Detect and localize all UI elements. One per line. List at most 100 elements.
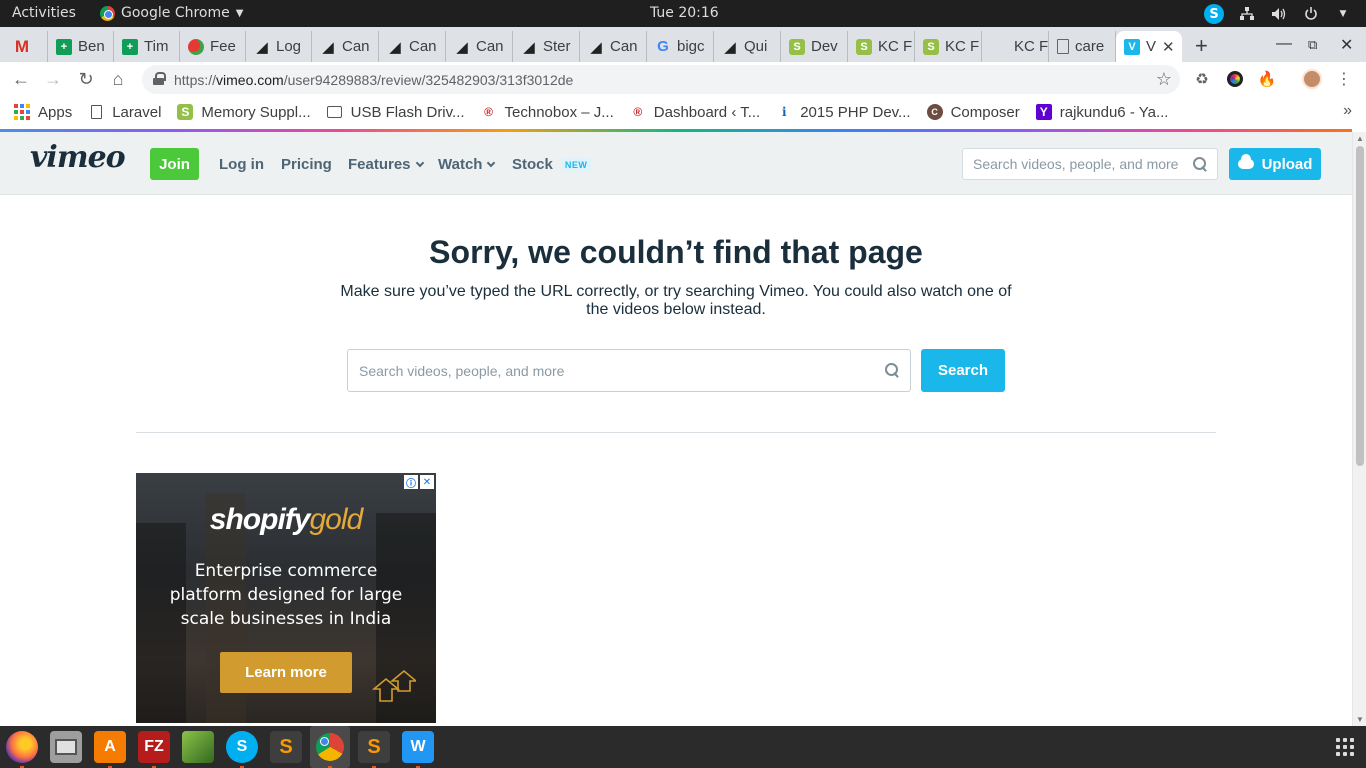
tab[interactable]: S KC F — [848, 31, 915, 62]
features-label: Features — [348, 156, 411, 173]
menu-kebab-icon[interactable]: ⋮ — [1334, 69, 1354, 89]
filezilla-icon[interactable]: FZ — [138, 731, 170, 768]
features-menu[interactable]: Features — [348, 156, 424, 173]
tab[interactable]: ◢ Can — [379, 31, 446, 62]
vimeo-logo[interactable]: vimeo — [30, 140, 126, 175]
learn-more-button[interactable]: Learn more — [220, 652, 352, 693]
search-input[interactable]: Search videos, people, and more — [347, 349, 911, 392]
tab[interactable]: M — [6, 31, 48, 62]
bigcommerce-icon: ◢ — [389, 38, 401, 56]
caret-down-icon[interactable]: ▼ — [1334, 5, 1352, 23]
tab[interactable]: care — [1049, 31, 1116, 62]
tab-label: Fee — [210, 38, 236, 55]
shopify-icon: S — [177, 104, 194, 120]
close-window-icon[interactable]: ✕ — [1340, 35, 1353, 55]
bookmark-item[interactable]: USB Flash Driv... — [327, 104, 465, 121]
bookmark-item[interactable]: S Memory Suppl... — [177, 103, 311, 121]
tab[interactable]: + Tim — [114, 31, 180, 62]
address-bar[interactable]: https://vimeo.com/user94289883/review/32… — [142, 65, 1180, 94]
page-icon — [88, 104, 104, 120]
tab[interactable]: S KC F — [915, 31, 982, 62]
chevron-right-double-icon[interactable]: » — [1343, 102, 1352, 120]
tab[interactable]: Fee — [180, 31, 246, 62]
power-icon[interactable] — [1302, 5, 1320, 23]
page-scrollbar[interactable]: ▲ ▼ — [1352, 132, 1366, 726]
bookmark-star-icon[interactable]: ☆ — [1156, 69, 1172, 90]
watch-menu[interactable]: Watch — [438, 156, 496, 173]
tab[interactable]: ◢ Qui — [714, 31, 781, 62]
volume-icon[interactable] — [1270, 5, 1288, 23]
technobox-icon: ® — [633, 105, 643, 119]
scrollbar-thumb[interactable] — [1356, 146, 1364, 466]
minimize-icon[interactable]: — — [1276, 35, 1292, 53]
wps-writer-icon[interactable]: W — [402, 731, 434, 768]
recycle-extension-icon[interactable]: ♻ — [1192, 69, 1212, 89]
reload-icon[interactable]: ↻ — [75, 68, 97, 90]
ad-brand: shopifygold — [136, 503, 436, 537]
stock-link[interactable]: Stock NEW — [512, 156, 592, 173]
ad-choices[interactable]: ⓘ ✕ — [404, 475, 434, 490]
pricing-link[interactable]: Pricing — [281, 156, 332, 173]
page-title: Sorry, we couldn’t find that page — [429, 234, 923, 270]
forward-icon[interactable]: → — [42, 68, 64, 90]
files-icon[interactable] — [50, 731, 82, 763]
clock[interactable]: Tue 20:16 — [650, 5, 719, 21]
ad-close-icon[interactable]: ✕ — [420, 475, 434, 489]
home-icon[interactable]: ⌂ — [107, 68, 129, 90]
adchoices-info-icon[interactable]: ⓘ — [404, 475, 418, 490]
feed-icon — [188, 38, 204, 55]
back-icon[interactable]: ← — [10, 68, 32, 90]
chrome-icon[interactable] — [314, 731, 346, 768]
bookmark-item[interactable]: i 2015 PHP Dev... — [776, 104, 911, 121]
new-tab-button[interactable]: + — [1195, 33, 1208, 59]
tab[interactable]: KC F — [982, 31, 1049, 62]
search-icon[interactable] — [1193, 157, 1207, 171]
url-path: /user94289883/review/325482903/313f3012d… — [283, 71, 574, 88]
scroll-down-icon[interactable]: ▼ — [1356, 715, 1364, 724]
network-icon[interactable] — [1238, 5, 1256, 23]
upload-button[interactable]: Upload — [1229, 148, 1321, 180]
avatar[interactable] — [1302, 69, 1322, 89]
yahoo-icon: Y — [1035, 104, 1052, 120]
show-applications-icon[interactable] — [1336, 738, 1354, 756]
software-center-icon[interactable]: A — [94, 731, 126, 768]
skype-tray-icon[interactable]: S — [1204, 4, 1224, 24]
color-picker-extension-icon[interactable] — [1225, 69, 1245, 89]
tab[interactable]: ◢ Can — [446, 31, 513, 62]
sheets-icon: + — [122, 38, 138, 55]
restore-icon[interactable]: ⧉ — [1308, 37, 1317, 53]
search-icon[interactable] — [885, 363, 899, 377]
bookmark-label: USB Flash Driv... — [350, 103, 465, 121]
skype-icon[interactable]: S — [226, 731, 258, 768]
login-link[interactable]: Log in — [219, 156, 264, 173]
firefox-icon[interactable] — [6, 731, 38, 768]
tab[interactable]: ◢ Can — [312, 31, 379, 62]
bookmark-label: Memory Suppl... — [201, 103, 311, 121]
bookmark-item[interactable]: Y rajkundu6 - Ya... — [1035, 104, 1168, 121]
shopify-ad[interactable]: ⓘ ✕ shopifygold Enterprise commerce plat… — [136, 473, 436, 723]
tab[interactable]: Gbigc — [647, 31, 714, 62]
activities-button[interactable]: Activities — [12, 5, 76, 21]
bigcommerce-icon: ◢ — [523, 38, 535, 56]
header-search-input[interactable]: Search videos, people, and more — [962, 148, 1218, 180]
app-menu[interactable]: Google Chrome ▼ — [100, 5, 243, 21]
tab-active[interactable]: VV ✕ — [1116, 31, 1182, 62]
image-viewer-icon[interactable] — [182, 731, 214, 763]
bookmark-item[interactable]: C Composer — [926, 104, 1020, 121]
tab[interactable]: ◢ Ster — [513, 31, 580, 62]
sublime-text-icon[interactable]: S — [270, 731, 302, 763]
fire-extension-icon[interactable]: 🔥 — [1257, 69, 1277, 89]
join-button[interactable]: Join — [150, 148, 199, 180]
tab[interactable]: S Dev — [781, 31, 848, 62]
search-button[interactable]: Search — [921, 349, 1005, 392]
scroll-up-icon[interactable]: ▲ — [1356, 134, 1364, 143]
bookmark-apps[interactable]: Apps — [14, 104, 72, 121]
close-icon[interactable]: ✕ — [1162, 38, 1175, 56]
bookmark-item[interactable]: ® Dashboard ‹ T... — [630, 104, 760, 121]
bookmark-item[interactable]: ® Technobox – J... — [481, 104, 614, 121]
tab[interactable]: + Ben — [48, 31, 114, 62]
sublime-text-icon[interactable]: S — [358, 731, 390, 768]
tab[interactable]: ◢ Can — [580, 31, 647, 62]
tab[interactable]: ◢ Log — [246, 31, 312, 62]
bookmark-item[interactable]: Laravel — [88, 104, 161, 121]
